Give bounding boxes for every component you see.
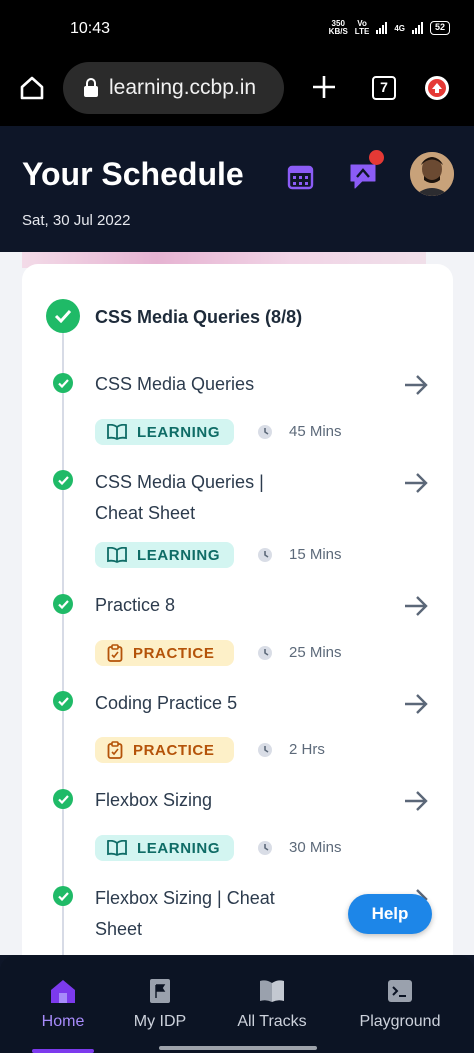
gesture-bar[interactable] (159, 1046, 317, 1050)
nav-item-home[interactable]: Home (22, 955, 104, 1053)
nav-item-playground[interactable]: Playground (350, 955, 450, 1053)
help-button[interactable]: Help (348, 894, 432, 934)
module-complete-icon (46, 299, 80, 333)
book-icon (260, 980, 284, 1002)
clock-icon (258, 841, 272, 855)
item-title[interactable]: Flexbox Sizing | Cheat Sheet (95, 883, 300, 945)
lock-icon (84, 78, 98, 97)
new-tab-icon[interactable] (311, 74, 337, 100)
item-complete-icon (53, 789, 73, 809)
item-title[interactable]: Practice 8 (95, 590, 325, 621)
item-complete-icon (53, 594, 73, 614)
avatar[interactable] (410, 152, 454, 196)
arrow-right-icon[interactable] (403, 693, 429, 715)
flag-doc-icon (150, 979, 170, 1003)
item-complete-icon (53, 691, 73, 711)
signal-icon (376, 22, 388, 34)
update-icon[interactable] (425, 76, 449, 100)
item-complete-icon (53, 886, 73, 906)
learning-badge: LEARNING (95, 542, 234, 568)
url-bar[interactable]: learning.ccbp.in (63, 62, 284, 114)
nav-item-my-idp[interactable]: My IDP (120, 955, 200, 1053)
practice-badge: PRACTICE (95, 737, 234, 763)
item-duration: 2 Hrs (289, 741, 325, 758)
status-time: 10:43 (70, 20, 111, 37)
url-text: learning.ccbp.in (109, 76, 257, 99)
schedule-date: Sat, 30 Jul 2022 (22, 212, 131, 229)
clock-icon (258, 743, 272, 757)
browser-toolbar: learning.ccbp.in 7 (0, 58, 474, 126)
item-duration: 15 Mins (289, 546, 342, 563)
signal-icon-2 (411, 22, 423, 34)
tab-switcher-button[interactable]: 7 (372, 76, 396, 100)
item-title[interactable]: CSS Media Queries (95, 369, 325, 400)
arrow-right-icon[interactable] (403, 472, 429, 494)
item-complete-icon (53, 373, 73, 393)
clipboard-icon (107, 644, 123, 662)
schedule-content[interactable]: CSS Media Queries (8/8) CSS Media Querie… (0, 252, 474, 955)
module-title[interactable]: CSS Media Queries (8/8) (95, 307, 302, 328)
item-title[interactable]: CSS Media Queries | Cheat Sheet (95, 467, 295, 529)
book-open-icon (107, 840, 127, 856)
browser-home-icon[interactable] (18, 74, 46, 102)
book-open-icon (107, 424, 127, 440)
clipboard-icon (107, 741, 123, 759)
item-duration: 45 Mins (289, 423, 342, 440)
nav-item-all-tracks[interactable]: All Tracks (228, 955, 316, 1053)
notification-dot (369, 150, 384, 165)
clock-icon (258, 548, 272, 562)
arrow-right-icon[interactable] (403, 790, 429, 812)
learning-badge: LEARNING (95, 419, 234, 445)
item-duration: 30 Mins (289, 839, 342, 856)
status-indicators: 350 KB/S Vo LTE 4G 52 (329, 20, 450, 36)
network-type: 4G (394, 23, 405, 33)
item-complete-icon (53, 470, 73, 490)
item-title[interactable]: Flexbox Sizing (95, 785, 325, 816)
net-speed: 350 KB/S (328, 19, 348, 36)
page-title: Your Schedule (22, 156, 244, 192)
clock-icon (258, 646, 272, 660)
terminal-icon (388, 980, 412, 1002)
book-open-icon (107, 547, 127, 563)
clock-icon (258, 425, 272, 439)
nav-active-indicator (32, 1049, 94, 1053)
home-icon (51, 980, 75, 1003)
app-header: Your Schedule Sat, 30 Jul 2022 (0, 126, 474, 252)
status-bar: 10:43 350 KB/S Vo LTE 4G 52 (0, 0, 474, 58)
item-title[interactable]: Coding Practice 5 (95, 688, 325, 719)
timeline-line (62, 312, 64, 955)
practice-badge: PRACTICE (95, 640, 234, 666)
volte-indicator: Vo LTE (354, 19, 370, 36)
bottom-nav: Home My IDP All Tracks Playground (0, 955, 474, 1053)
item-duration: 25 Mins (289, 644, 342, 661)
arrow-right-icon[interactable] (403, 595, 429, 617)
learning-badge: LEARNING (95, 835, 234, 861)
arrow-right-icon[interactable] (403, 374, 429, 396)
calendar-icon[interactable] (287, 163, 314, 190)
battery-icon: 52 (429, 21, 450, 35)
